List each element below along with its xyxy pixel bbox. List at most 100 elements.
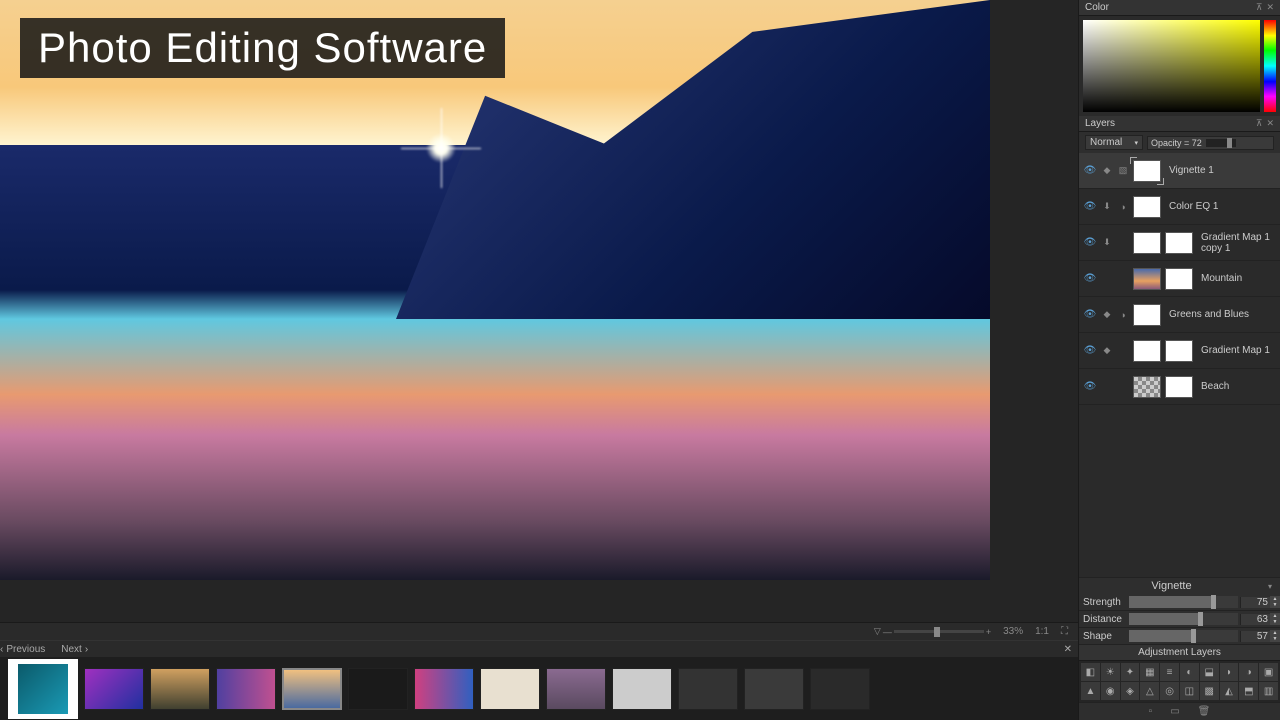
adjustment-icon[interactable]: △	[1140, 682, 1159, 700]
spinner[interactable]: ▲▼	[1270, 630, 1280, 642]
layer-name-label[interactable]: Gradient Map 1	[1197, 345, 1276, 356]
zoom-slider[interactable]	[894, 630, 984, 633]
visibility-toggle-icon[interactable]: 👁	[1083, 345, 1097, 356]
adjustment-icon[interactable]: ▦	[1140, 663, 1159, 681]
thumb-item[interactable]	[282, 668, 342, 710]
slider-track[interactable]	[1129, 596, 1238, 608]
slider-value[interactable]: 75	[1240, 597, 1270, 608]
layer-thumbnail[interactable]	[1133, 268, 1161, 290]
thumbnail-strip[interactable]	[0, 657, 1078, 720]
adjustment-icon[interactable]: ◑	[1239, 663, 1258, 681]
layer-row[interactable]: 👁⬇◑Color EQ 1	[1079, 189, 1280, 225]
layer-link-icon[interactable]: ◆	[1101, 165, 1113, 176]
thumb-item[interactable]	[546, 668, 606, 710]
new-group-icon[interactable]: ▭	[1170, 706, 1179, 717]
thumb-item[interactable]	[84, 668, 144, 710]
pin-icon[interactable]: ⊼	[1256, 118, 1263, 129]
color-panel-header[interactable]: Color ⊼ ✕	[1079, 0, 1280, 16]
layers-panel-header[interactable]: Layers ⊼ ✕	[1079, 116, 1280, 132]
close-icon[interactable]: ✕	[1266, 118, 1274, 129]
adjustment-layers-header[interactable]: Adjustment Layers	[1079, 645, 1280, 661]
thumb-item[interactable]	[414, 668, 474, 710]
layer-name-label[interactable]: Beach	[1197, 381, 1276, 392]
visibility-toggle-icon[interactable]: 👁	[1083, 237, 1097, 248]
fit-icon[interactable]: ⛶	[1061, 626, 1068, 637]
layer-row[interactable]: 👁 ◆ ◑ Greens and Blues	[1079, 297, 1280, 333]
visibility-toggle-icon[interactable]: 👁	[1083, 273, 1097, 284]
slider-track[interactable]	[1129, 613, 1238, 625]
adjustment-icon[interactable]: ◈	[1121, 682, 1140, 700]
adjustment-icon[interactable]: ◧	[1081, 663, 1100, 681]
canvas-area[interactable]: Photo Editing Software	[0, 0, 1078, 622]
layer-name-label[interactable]: Greens and Blues	[1165, 309, 1276, 320]
slider-track[interactable]	[1129, 630, 1238, 642]
adjustment-icon[interactable]: ◫	[1180, 682, 1199, 700]
adjustment-icon[interactable]: ≡	[1160, 663, 1179, 681]
layer-name-label[interactable]: Vignette 1	[1165, 165, 1276, 176]
adjustment-icon[interactable]: ⬓	[1200, 663, 1219, 681]
layer-mask[interactable]	[1165, 268, 1193, 290]
adjustment-icon[interactable]: ◗	[1220, 663, 1239, 681]
adjustment-icon[interactable]: ◭	[1220, 682, 1239, 700]
blend-mode-dropdown[interactable]: Normal	[1085, 135, 1143, 150]
layer-thumbnail[interactable]	[1133, 232, 1161, 254]
adjustment-icon[interactable]: ▥	[1259, 682, 1278, 700]
color-picker[interactable]	[1079, 16, 1280, 116]
adjustment-icon[interactable]: ⬒	[1239, 682, 1258, 700]
thumb-item[interactable]	[348, 668, 408, 710]
adjustment-icon[interactable]: ▲	[1081, 682, 1100, 700]
layer-fx-icon[interactable]: ◑	[1117, 310, 1129, 320]
thumb-item[interactable]	[480, 668, 540, 710]
adjustment-icon[interactable]: ◎	[1160, 682, 1179, 700]
layer-thumbnail[interactable]	[1133, 376, 1161, 398]
thumb-item[interactable]	[216, 668, 276, 710]
visibility-toggle-icon[interactable]: 👁	[1083, 201, 1097, 212]
layer-link-icon[interactable]: ◆	[1101, 309, 1113, 320]
close-icon[interactable]: ✕	[1266, 2, 1274, 13]
zoom-minus-icon[interactable]: —	[883, 627, 892, 637]
visibility-toggle-icon[interactable]: 👁	[1083, 165, 1097, 176]
thumb-item[interactable]	[744, 668, 804, 710]
adjustment-header[interactable]: Vignette	[1079, 577, 1280, 594]
opacity-control[interactable]: Opacity = 72	[1147, 136, 1274, 150]
thumb-item[interactable]	[678, 668, 738, 710]
zoom-plus-icon[interactable]: +	[986, 627, 991, 637]
zoom-ratio-button[interactable]: 1:1	[1035, 626, 1049, 637]
layer-thumbnail[interactable]	[1133, 304, 1161, 326]
thumb-item[interactable]	[612, 668, 672, 710]
browser-close-icon[interactable]: ✕	[1064, 644, 1072, 655]
layer-row[interactable]: 👁⬇Gradient Map 1 copy 1	[1079, 225, 1280, 261]
zoom-down-icon[interactable]: ▽	[874, 626, 881, 637]
layer-fx-icon[interactable]: ▧	[1117, 165, 1129, 176]
new-layer-icon[interactable]: ▫	[1149, 706, 1153, 717]
layer-thumbnail[interactable]	[1133, 160, 1161, 182]
layer-row[interactable]: 👁 Beach	[1079, 369, 1280, 405]
layer-thumbnail[interactable]	[1133, 340, 1161, 362]
adjustment-icon[interactable]: ▩	[1200, 682, 1219, 700]
color-field[interactable]	[1083, 20, 1260, 112]
layers-list[interactable]: 👁◆▧Vignette 1👁⬇◑Color EQ 1👁⬇Gradient Map…	[1079, 153, 1280, 577]
adjustment-icon[interactable]: ◐	[1180, 663, 1199, 681]
layer-thumbnail[interactable]	[1133, 196, 1161, 218]
layer-link-icon[interactable]: ⬇	[1101, 237, 1113, 248]
slider-value[interactable]: 57	[1240, 631, 1270, 642]
layer-mask[interactable]	[1165, 376, 1193, 398]
layer-mask[interactable]	[1165, 340, 1193, 362]
thumb-item[interactable]	[150, 668, 210, 710]
delete-layer-icon[interactable]: 🗑	[1198, 706, 1211, 717]
layer-row[interactable]: 👁 ◆ ▧ Vignette 1	[1079, 153, 1280, 189]
layer-fx-icon[interactable]: ◑	[1117, 202, 1129, 212]
layer-mask[interactable]	[1165, 232, 1193, 254]
hue-slider[interactable]	[1264, 20, 1276, 112]
slider-value[interactable]: 63	[1240, 614, 1270, 625]
pin-icon[interactable]: ⊼	[1256, 2, 1263, 13]
prev-button[interactable]: ‹Previous	[0, 644, 45, 655]
visibility-toggle-icon[interactable]: 👁	[1083, 381, 1097, 392]
visibility-toggle-icon[interactable]: 👁	[1083, 309, 1097, 320]
layer-name-label[interactable]: Color EQ 1	[1165, 201, 1276, 212]
layer-row[interactable]: 👁Mountain	[1079, 261, 1280, 297]
layer-row[interactable]: 👁 ◆ Gradient Map 1	[1079, 333, 1280, 369]
layer-link-icon[interactable]: ◆	[1101, 345, 1113, 356]
spinner[interactable]: ▲▼	[1270, 613, 1280, 625]
adjustment-icon[interactable]: ◉	[1101, 682, 1120, 700]
